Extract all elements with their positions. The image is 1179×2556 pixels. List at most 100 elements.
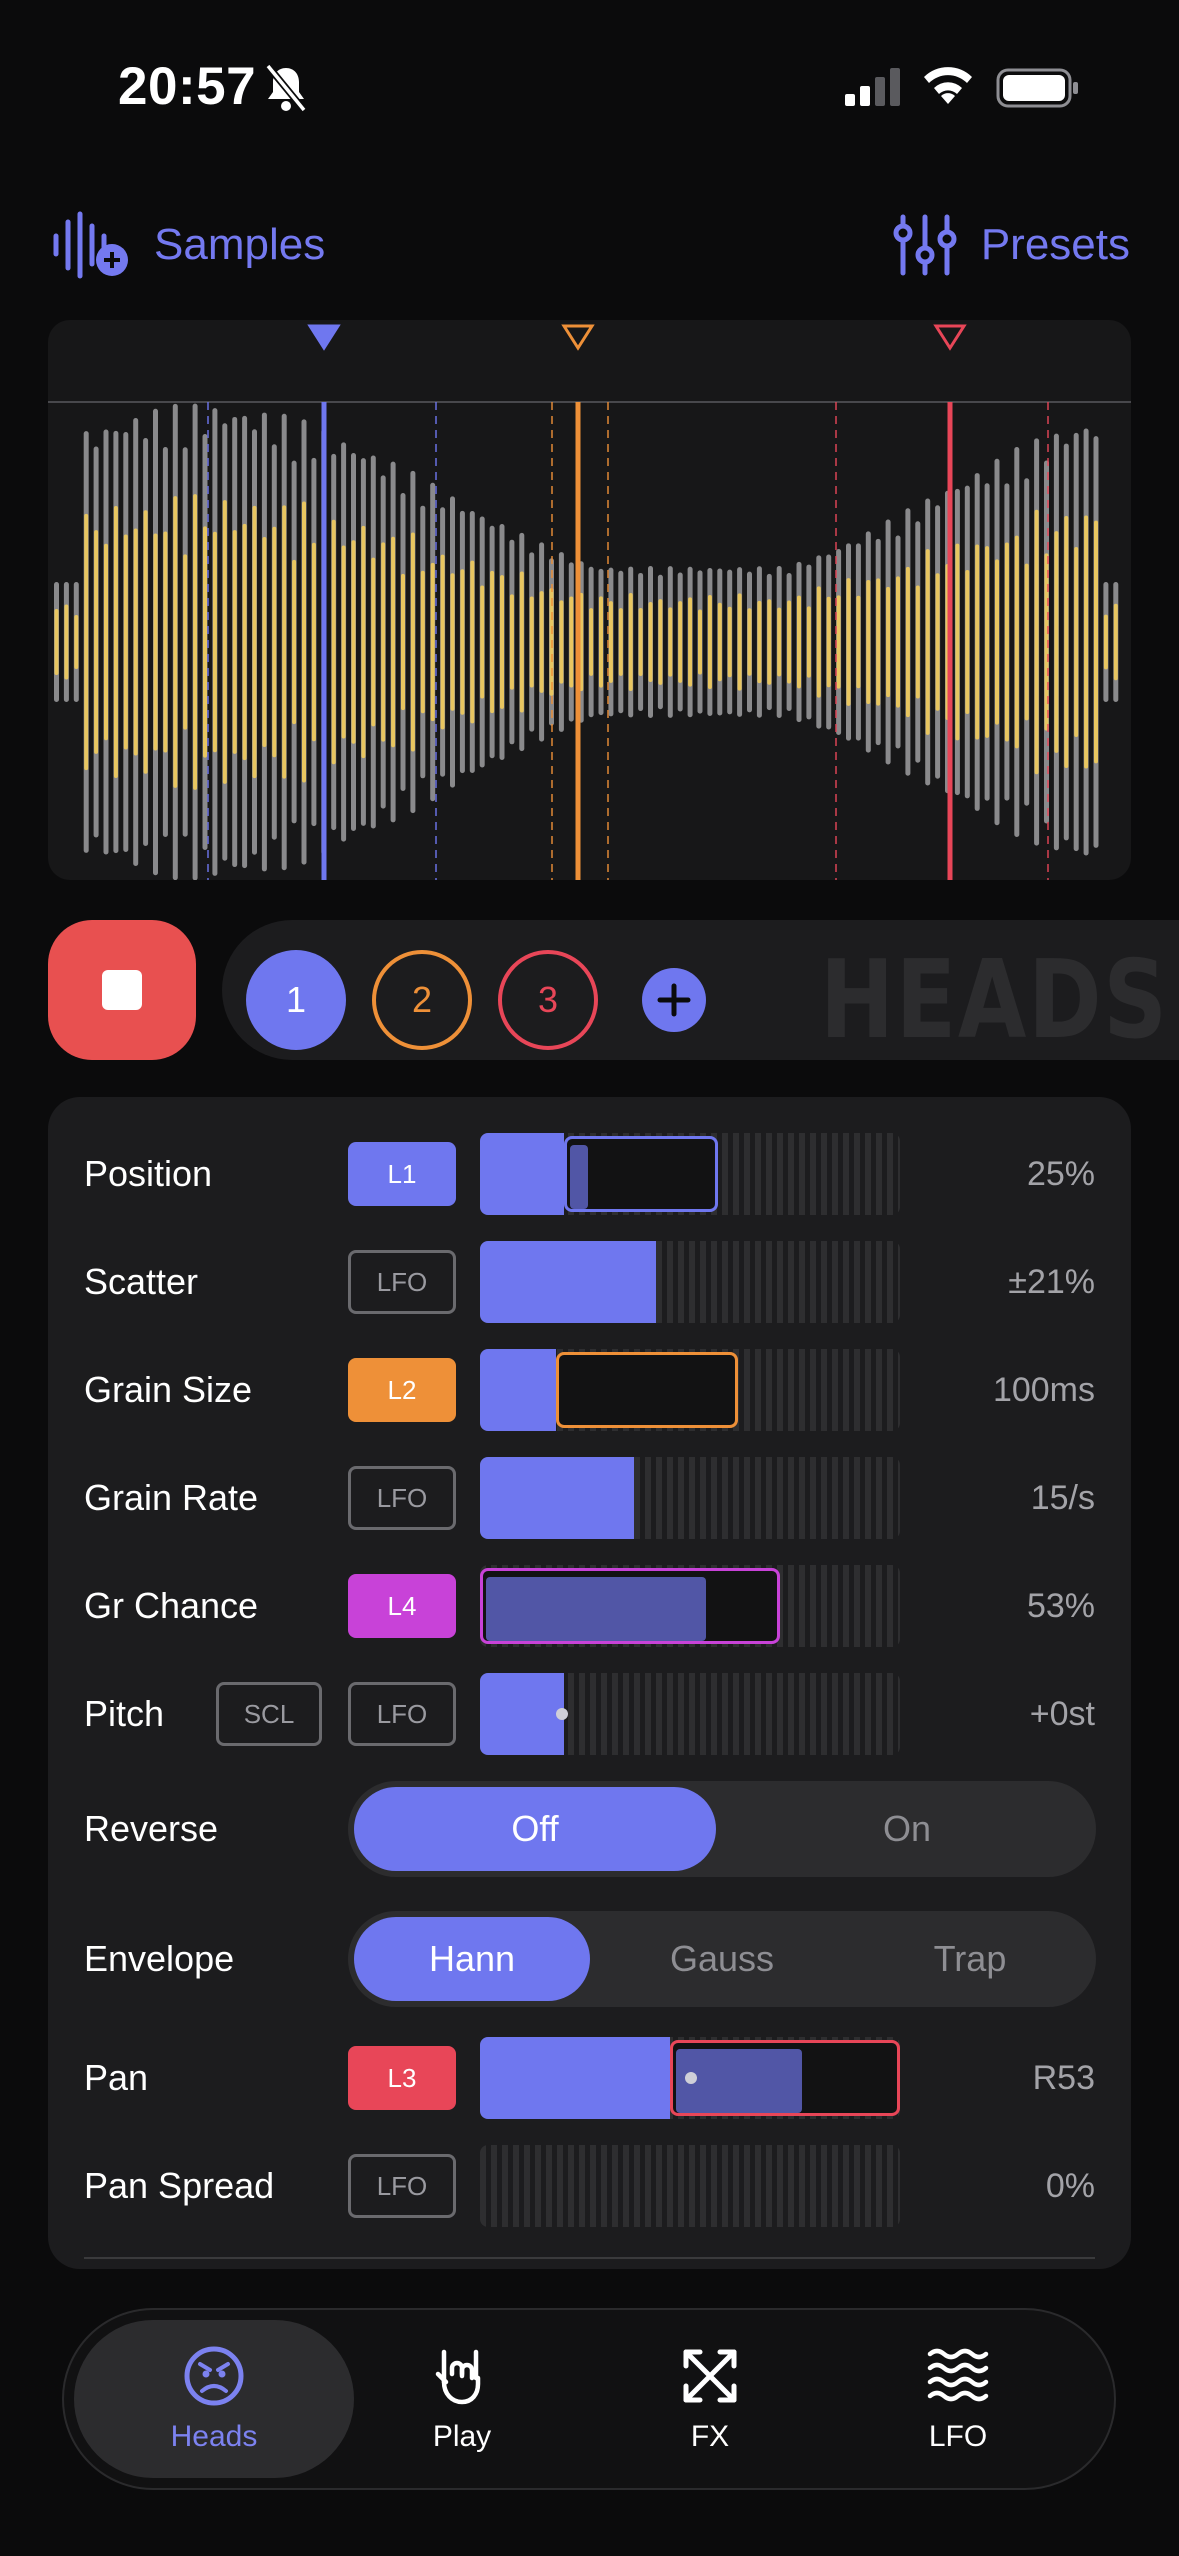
wave-bar-inner <box>331 519 336 765</box>
wave-bar-inner <box>1034 509 1039 775</box>
presets-label: Presets <box>980 220 1130 269</box>
mod-l4-button[interactable]: L4 <box>348 1574 456 1638</box>
wave-bar-inner <box>539 591 544 693</box>
presets-button[interactable]: Presets <box>893 205 1130 285</box>
grain-size-slider[interactable] <box>480 1349 900 1431</box>
rock-hand-icon <box>435 2349 481 2405</box>
heads-watermark: HEADS <box>820 938 1169 1063</box>
wave-bar-inner <box>232 530 237 754</box>
head-2-button[interactable]: 2 <box>372 950 472 1050</box>
head-1-button[interactable]: 1 <box>246 950 346 1050</box>
wave-bar-inner <box>123 534 128 750</box>
wave-bar-inner <box>856 595 861 689</box>
wave-bar-inner <box>1024 563 1029 721</box>
wave-bar-inner <box>915 585 920 699</box>
param-label: Envelope <box>84 1938 235 1979</box>
wave-bar-inner <box>450 573 455 711</box>
scatter-slider[interactable] <box>480 1241 900 1323</box>
wave-bar-inner <box>638 607 643 677</box>
wave-bar-inner <box>886 586 891 698</box>
mod-l2-button[interactable]: L2 <box>348 1358 456 1422</box>
wave-bar-inner <box>757 600 762 684</box>
param-label: Position <box>84 1153 213 1194</box>
param-value: 25% <box>1026 1154 1095 1193</box>
wave-bar-inner <box>688 597 693 687</box>
wave-bar-inner <box>678 601 683 683</box>
tab-lfo[interactable]: LFO <box>818 2320 1098 2478</box>
wave-bar-inner <box>618 608 623 676</box>
samples-label: Samples <box>154 220 326 269</box>
samples-button[interactable]: Samples <box>50 205 325 285</box>
envelope-selector: Hann Gauss Trap <box>348 1911 1096 2007</box>
waveform-display[interactable] <box>48 320 1131 880</box>
sliders-icon <box>893 214 957 276</box>
reverse-on-option[interactable]: On <box>726 1787 1088 1871</box>
waves-icon <box>927 2348 989 2402</box>
pan-slider[interactable] <box>480 2037 900 2119</box>
tab-fx[interactable]: FX <box>570 2320 850 2478</box>
param-label: Pan Spread <box>84 2165 275 2206</box>
wave-bar-inner <box>806 606 811 678</box>
grain-rate-slider[interactable] <box>480 1457 900 1539</box>
lfo-assign-button[interactable]: LFO <box>348 1250 456 1314</box>
lfo-assign-button[interactable]: LFO <box>348 2154 456 2218</box>
wave-bar-inner <box>143 510 148 774</box>
wave-bar-inner <box>74 614 79 670</box>
wave-bar-inner <box>826 596 831 688</box>
tab-play[interactable]: Play <box>322 2320 602 2478</box>
lfo-assign-button[interactable]: LFO <box>348 1466 456 1530</box>
wave-bar-inner <box>64 604 69 680</box>
add-head-button[interactable] <box>642 968 706 1032</box>
param-row-pan: Pan L3 R53 <box>48 2037 1131 2119</box>
envelope-hann-option[interactable]: Hann <box>354 1917 590 2001</box>
wave-bar-inner <box>717 602 722 682</box>
head-marker-triangle <box>307 324 341 351</box>
wave-bar-inner <box>1064 515 1069 769</box>
param-value: R53 <box>1032 2058 1095 2097</box>
scale-button[interactable]: SCL <box>216 1682 322 1746</box>
wave-bar-inner <box>361 525 366 759</box>
lfo-assign-button[interactable]: LFO <box>348 1682 456 1746</box>
envelope-trap-option[interactable]: Trap <box>852 1917 1088 2001</box>
wave-bar-inner <box>628 593 633 691</box>
tab-heads[interactable]: Heads <box>74 2320 354 2478</box>
wave-bar-inner <box>203 526 207 758</box>
wave-bar-inner <box>302 501 306 783</box>
gr-chance-slider[interactable] <box>480 1565 900 1647</box>
wave-bar-inner <box>955 543 960 741</box>
add-sample-icon <box>53 211 128 279</box>
param-value: 100ms <box>992 1370 1095 1409</box>
wave-bar-inner <box>252 505 257 779</box>
wave-bar-inner <box>173 496 178 788</box>
wave-bar-inner <box>1074 547 1079 737</box>
param-label: Pitch <box>84 1693 165 1734</box>
wave-bar-inner <box>341 545 346 739</box>
wave-bar-inner <box>1014 535 1019 749</box>
reverse-off-option[interactable]: Off <box>354 1787 716 1871</box>
wave-bar-inner <box>747 608 752 676</box>
param-row-grain-rate: Grain Rate LFO 15/s <box>48 1457 1131 1539</box>
param-label: Grain Rate <box>84 1477 259 1518</box>
wave-bar-inner <box>272 526 277 758</box>
wave-bar-inner <box>500 575 504 709</box>
param-label: Pan <box>84 2057 149 2098</box>
wave-bar-inner <box>648 601 653 683</box>
mod-l1-button[interactable]: L1 <box>348 1142 456 1206</box>
param-row-envelope: Envelope Hann Gauss Trap <box>48 1911 1131 2007</box>
head-3-button[interactable]: 3 <box>498 950 598 1050</box>
wave-bar-inner <box>183 554 188 730</box>
wave-bar-inner <box>242 523 247 761</box>
wave-bar-inner <box>836 595 841 689</box>
mod-l3-button[interactable]: L3 <box>348 2046 456 2110</box>
position-slider[interactable] <box>480 1133 900 1215</box>
pitch-slider[interactable] <box>480 1673 900 1755</box>
param-row-gr-chance: Gr Chance L4 53% <box>48 1565 1131 1647</box>
envelope-gauss-option[interactable]: Gauss <box>604 1917 840 2001</box>
wave-bar-inner <box>490 570 495 714</box>
param-value: 0% <box>1045 2166 1095 2205</box>
wave-bar-inner <box>420 570 425 714</box>
param-row-position: Position L1 25% <box>48 1133 1131 1215</box>
pan-spread-slider[interactable] <box>480 2145 900 2227</box>
stop-button[interactable] <box>48 920 196 1060</box>
wave-bar-inner <box>698 609 702 675</box>
